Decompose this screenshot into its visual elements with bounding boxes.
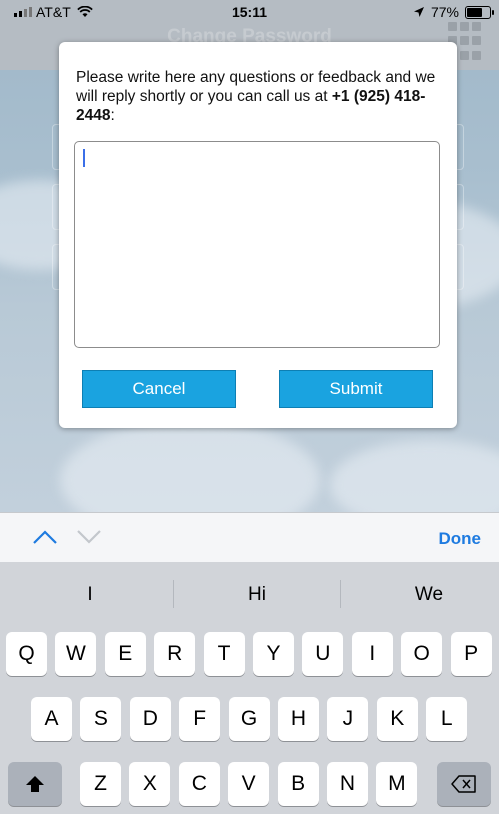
key-v[interactable]: V: [228, 762, 270, 806]
key-g[interactable]: G: [228, 697, 270, 741]
backspace-icon: [451, 775, 476, 793]
submit-button[interactable]: Submit: [279, 370, 433, 408]
delete-key[interactable]: [437, 762, 491, 806]
dialog-message: Please write here any questions or feedb…: [76, 68, 441, 125]
key-s[interactable]: S: [80, 697, 122, 741]
key-b[interactable]: B: [277, 762, 319, 806]
status-bar: AT&T 15:11 77%: [0, 0, 499, 22]
key-t[interactable]: T: [203, 632, 245, 676]
key-f[interactable]: F: [179, 697, 221, 741]
suggestion-item[interactable]: Hi: [174, 584, 340, 606]
key-p[interactable]: P: [450, 632, 492, 676]
key-d[interactable]: D: [129, 697, 171, 741]
key-n[interactable]: N: [327, 762, 368, 806]
key-w[interactable]: W: [55, 632, 97, 676]
key-m[interactable]: M: [376, 762, 418, 806]
text-cursor: [83, 149, 85, 167]
suggestion-item[interactable]: We: [346, 584, 499, 606]
feedback-textarea[interactable]: [74, 141, 440, 348]
cancel-button[interactable]: Cancel: [82, 370, 236, 408]
key-c[interactable]: C: [178, 762, 220, 806]
dialog-message-end: :: [110, 107, 115, 124]
battery-icon: [465, 5, 494, 19]
key-u[interactable]: U: [302, 632, 344, 676]
chevron-down-icon[interactable]: [76, 529, 102, 545]
shift-key[interactable]: [8, 762, 62, 806]
key-j[interactable]: J: [327, 697, 369, 741]
suggestion-item[interactable]: I: [7, 584, 173, 606]
key-e[interactable]: E: [104, 632, 146, 676]
keyboard-accessory-bar: Done: [0, 512, 499, 563]
key-q[interactable]: Q: [6, 632, 47, 676]
done-button[interactable]: Done: [439, 529, 482, 549]
chevron-up-icon[interactable]: [32, 529, 58, 545]
keyboard: I Hi We QWERTYUIOP ASDFGHJKL ZXCVBNM: [0, 562, 499, 814]
key-x[interactable]: X: [129, 762, 171, 806]
feedback-dialog: Please write here any questions or feedb…: [59, 42, 457, 428]
key-l[interactable]: L: [426, 697, 468, 741]
key-k[interactable]: K: [376, 697, 418, 741]
battery-percent: 77%: [430, 4, 459, 20]
shift-icon: [26, 776, 44, 792]
location-arrow-icon: [413, 7, 424, 17]
key-a[interactable]: A: [31, 697, 72, 741]
suggestion-bar: I Hi We: [0, 562, 499, 626]
key-y[interactable]: Y: [253, 632, 294, 676]
key-r[interactable]: R: [154, 632, 196, 676]
key-z[interactable]: Z: [80, 762, 121, 806]
key-o[interactable]: O: [401, 632, 443, 676]
key-i[interactable]: I: [351, 632, 393, 676]
key-h[interactable]: H: [278, 697, 319, 741]
